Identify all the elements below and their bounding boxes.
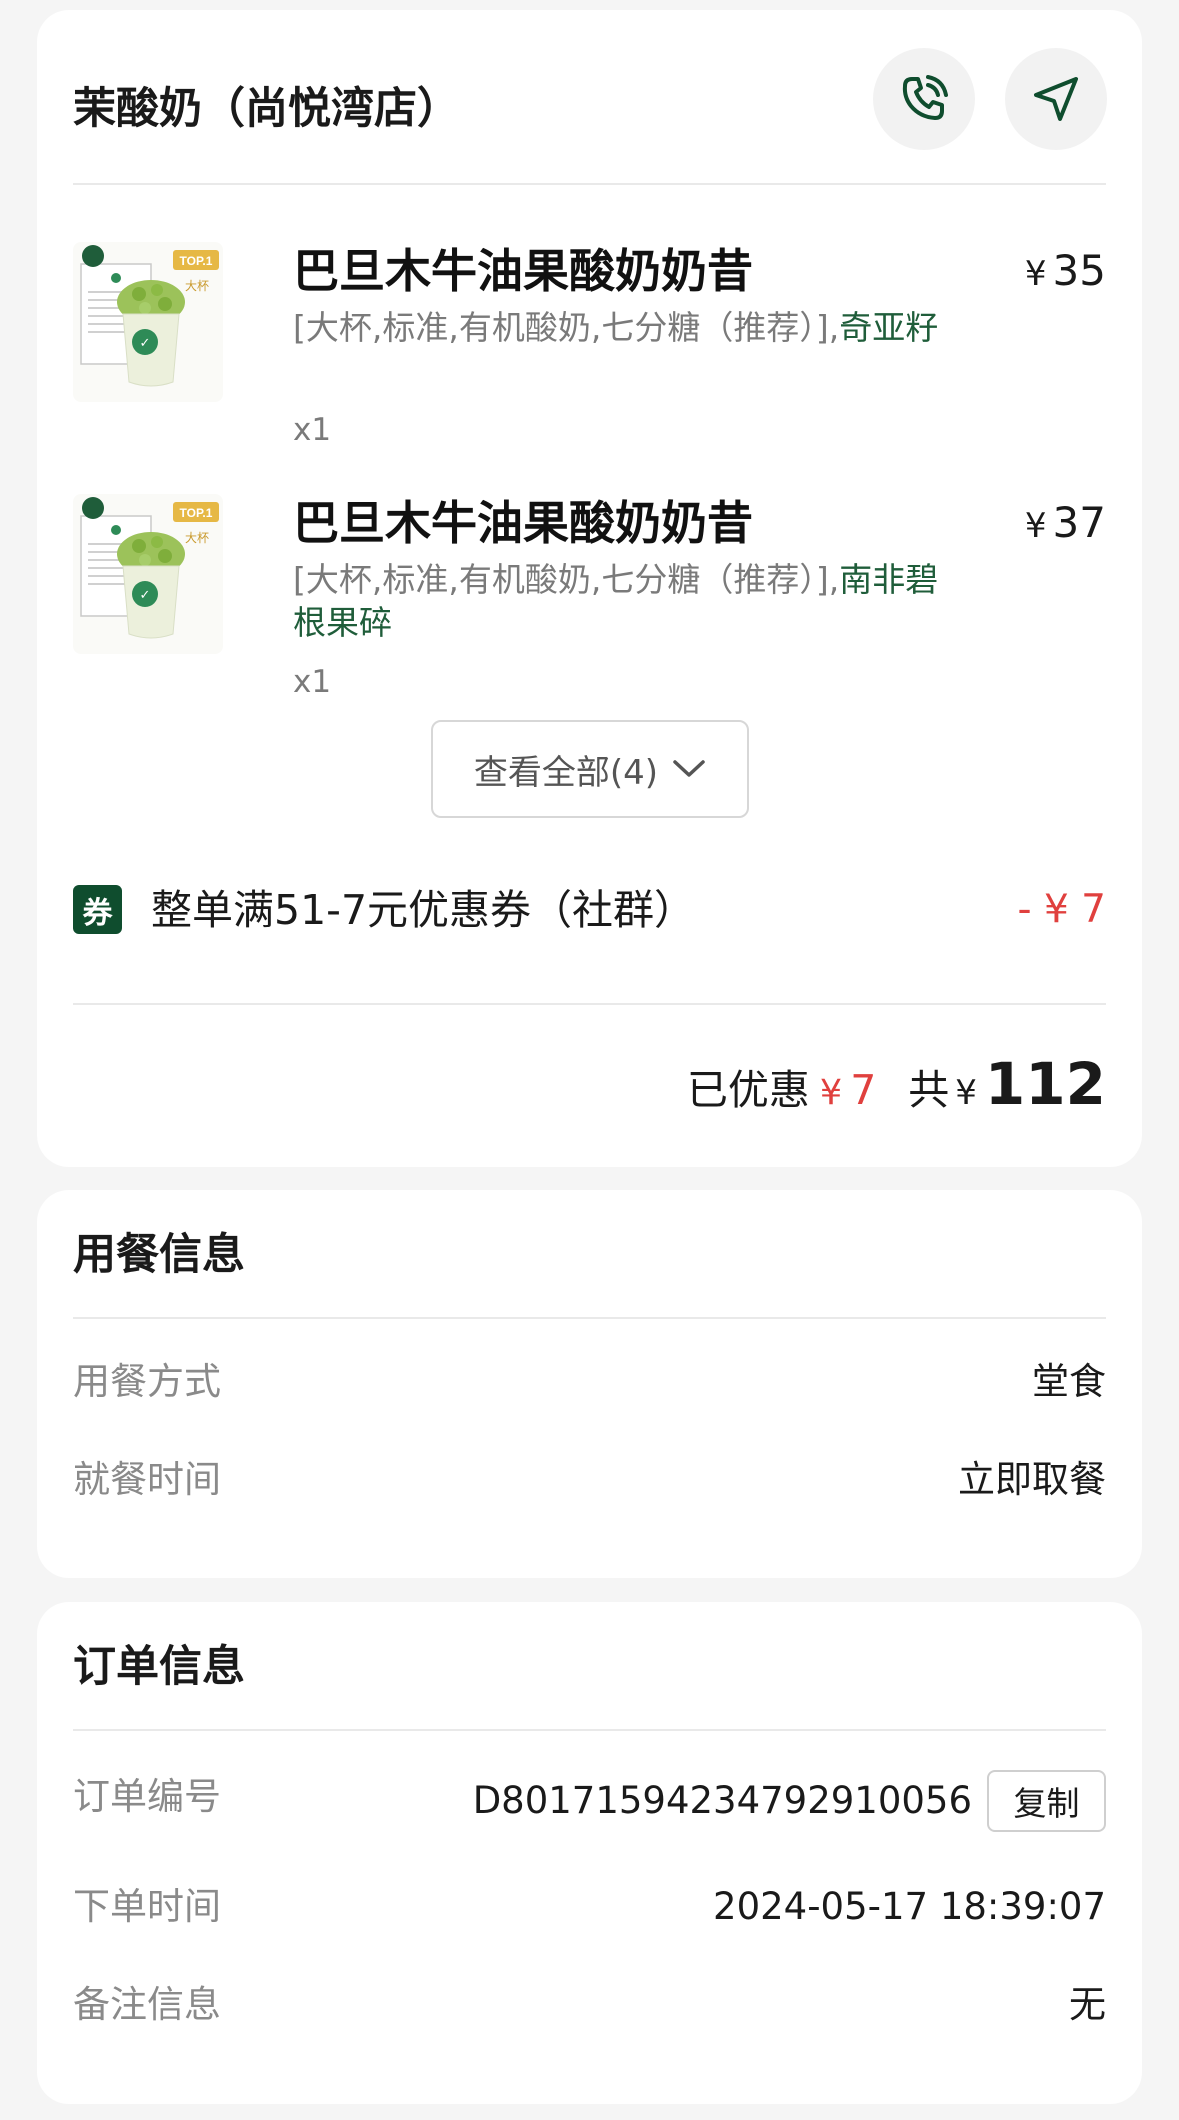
currency-symbol: ¥ [955, 1073, 977, 1113]
discount-value: 7 [850, 1066, 877, 1114]
chevron-down-icon [673, 760, 705, 777]
cup-size-label: 大杯 [185, 531, 209, 545]
summary-divider [73, 1003, 1106, 1005]
order-item[interactable]: TOP.1 大杯 ✓ 巴旦木牛油果酸奶奶昔 ¥35 [大杯,标准,有机酸奶,七分… [73, 242, 1106, 472]
item-price-value: 37 [1052, 498, 1106, 547]
navigate-button[interactable] [1005, 48, 1107, 150]
coupon-amount: - ¥ 7 [1017, 887, 1107, 932]
currency-symbol: ¥ [819, 1073, 843, 1113]
coupon-badge: 券 [73, 885, 122, 934]
top-rank-label: TOP.1 [180, 506, 213, 520]
call-store-button[interactable] [873, 48, 975, 150]
view-all-button[interactable]: 查看全部(4) [431, 720, 749, 818]
item-quantity: x1 [293, 412, 332, 448]
item-addon: 奇亚籽 [839, 308, 939, 347]
navigation-arrow-icon [1034, 77, 1078, 121]
section-title: 订单信息 [73, 1642, 245, 1692]
dining-time-label: 就餐时间 [73, 1458, 221, 1501]
item-price: ¥35 [1025, 246, 1106, 299]
dining-time-value: 立即取餐 [958, 1458, 1106, 1501]
item-price: ¥37 [1025, 498, 1106, 551]
discount-amount: ¥7 [820, 1066, 876, 1114]
svg-text:✓: ✓ [140, 336, 151, 351]
order-card: 茉酸奶（尚悦湾店） TOP.1 大杯 ✓ 巴旦木牛油果酸奶奶昔 ¥ 35 [大杯… [37, 10, 1142, 1167]
section-divider [73, 1317, 1106, 1319]
order-number-value: D80171594234792910056 [472, 1779, 972, 1822]
cup-size-label: 大杯 [185, 279, 209, 293]
item-quantity: x1 [293, 664, 332, 700]
coupon-text: 整单满51-7元优惠券（社群） [151, 886, 696, 934]
order-item[interactable]: TOP.1 大杯 ✓ 巴旦木牛油果酸奶奶昔 ¥37 [大杯,标准,有机酸奶,七分… [73, 494, 1106, 724]
dining-mode-label: 用餐方式 [73, 1360, 221, 1403]
item-name: 巴旦木牛油果酸奶奶昔 [293, 244, 753, 298]
header-divider [73, 183, 1106, 185]
top-rank-label: TOP.1 [180, 254, 213, 268]
coupon-row: 券 整单满51-7元优惠券（社群） - ¥ 7 [73, 880, 1106, 940]
section-divider [73, 1729, 1106, 1731]
item-name: 巴旦木牛油果酸奶奶昔 [293, 496, 753, 550]
order-info-card: 订单信息 订单编号 D80171594234792910056 复制 下单时间 … [37, 1602, 1142, 2104]
item-spec: [大杯,标准,有机酸奶,七分糖（推荐）],奇亚籽 [293, 306, 963, 349]
order-summary: 已优惠 ¥7 共 ¥ 112 [687, 1050, 1106, 1118]
currency-symbol: ¥ [1024, 254, 1047, 294]
order-time-label: 下单时间 [73, 1885, 221, 1928]
note-label: 备注信息 [73, 1983, 221, 2026]
product-image: TOP.1 大杯 ✓ [73, 494, 223, 654]
copy-button[interactable]: 复制 [987, 1770, 1106, 1832]
order-time-value: 2024-05-17 18:39:07 [713, 1885, 1106, 1928]
item-spec: [大杯,标准,有机酸奶,七分糖（推荐）],南非碧根果碎 [293, 558, 963, 644]
dining-mode-value: 堂食 [1032, 1360, 1106, 1403]
item-price-value: 35 [1052, 246, 1106, 295]
dining-info-card: 用餐信息 用餐方式 堂食 就餐时间 立即取餐 [37, 1190, 1142, 1578]
section-title: 用餐信息 [73, 1230, 245, 1280]
product-image: TOP.1 大杯 ✓ [73, 242, 223, 402]
order-number-label: 订单编号 [73, 1775, 221, 1818]
total-label: 共 [908, 1066, 950, 1114]
store-name: 茉酸奶（尚悦湾店） [73, 84, 460, 134]
phone-call-icon [902, 75, 948, 120]
currency-symbol: ¥ [1024, 506, 1047, 546]
view-all-label: 查看全部(4) [473, 752, 659, 793]
note-value: 无 [1069, 1983, 1106, 2026]
discount-label: 已优惠 [686, 1066, 810, 1114]
item-spec-text: [大杯,标准,有机酸奶,七分糖（推荐）], [293, 560, 840, 599]
svg-text:✓: ✓ [140, 588, 151, 603]
item-spec-text: [大杯,标准,有机酸奶,七分糖（推荐）], [293, 308, 840, 347]
total-amount: 112 [984, 1050, 1106, 1118]
